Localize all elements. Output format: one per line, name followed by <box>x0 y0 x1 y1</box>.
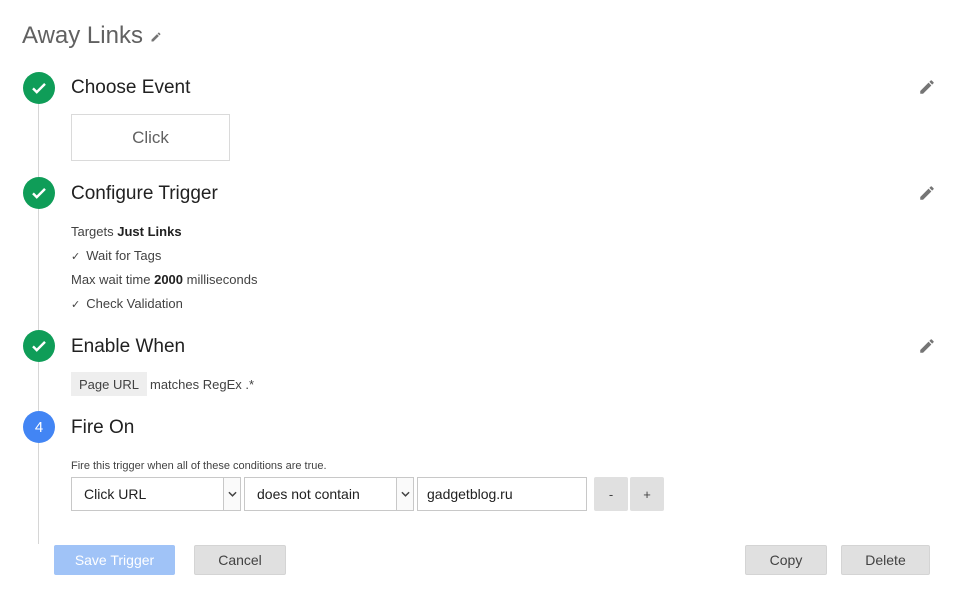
variable-select[interactable]: Click URL <box>71 477 241 511</box>
step-title-choose-event: Choose Event <box>71 77 191 98</box>
pencil-icon[interactable] <box>150 30 162 42</box>
targets-value: Just Links <box>117 224 182 239</box>
operator-select-value: does not contain <box>257 486 360 502</box>
variable-select-value: Click URL <box>84 486 147 502</box>
step-title-enable-when: Enable When <box>71 336 186 357</box>
wait-for-tags-label: Wait for Tags <box>86 248 162 263</box>
step-2-check-icon <box>23 177 55 209</box>
step-title-configure-trigger: Configure Trigger <box>71 183 218 204</box>
add-condition-button[interactable]: + <box>630 477 664 511</box>
edit-enable-when-pencil-icon[interactable] <box>918 337 936 355</box>
copy-button[interactable]: Copy <box>745 545 827 575</box>
targets-label: Targets <box>71 224 114 239</box>
page-title: Away Links <box>22 22 143 49</box>
max-wait-unit: milliseconds <box>186 272 258 287</box>
wait-for-tags-line: ✓ Wait for Tags <box>71 248 161 263</box>
step-4-number-badge: 4 <box>23 411 55 443</box>
remove-condition-button[interactable]: - <box>594 477 628 511</box>
condition-value-input[interactable] <box>417 477 587 511</box>
check-validation-line: ✓ Check Validation <box>71 296 183 311</box>
max-wait-label: Max wait time <box>71 272 151 287</box>
cancel-button[interactable]: Cancel <box>194 545 286 575</box>
max-wait-line: Max wait time 2000 milliseconds <box>71 272 257 287</box>
save-trigger-button[interactable]: Save Trigger <box>54 545 175 575</box>
targets-line: Targets Just Links <box>71 224 182 239</box>
max-wait-value: 2000 <box>154 272 184 287</box>
trigger-title-row: Away Links <box>22 22 162 50</box>
chevron-down-icon[interactable] <box>223 478 240 510</box>
enable-when-condition: matches RegEx .* <box>150 377 255 392</box>
step-1-check-icon <box>23 72 55 104</box>
check-validation-label: Check Validation <box>86 296 183 311</box>
edit-choose-event-pencil-icon[interactable] <box>918 78 936 96</box>
chevron-down-icon[interactable] <box>396 478 413 510</box>
event-type-box[interactable]: Click <box>71 114 230 161</box>
checkmark-icon: ✓ <box>71 251 81 263</box>
step-title-fire-on: Fire On <box>71 417 135 438</box>
page-url-variable-chip: Page URL <box>71 372 147 396</box>
edit-configure-trigger-pencil-icon[interactable] <box>918 184 936 202</box>
delete-button[interactable]: Delete <box>841 545 930 575</box>
step-3-check-icon <box>23 330 55 362</box>
step-timeline <box>38 100 39 544</box>
fire-on-hint: Fire this trigger when all of these cond… <box>71 460 327 472</box>
checkmark-icon: ✓ <box>71 299 81 311</box>
operator-select[interactable]: does not contain <box>244 477 414 511</box>
